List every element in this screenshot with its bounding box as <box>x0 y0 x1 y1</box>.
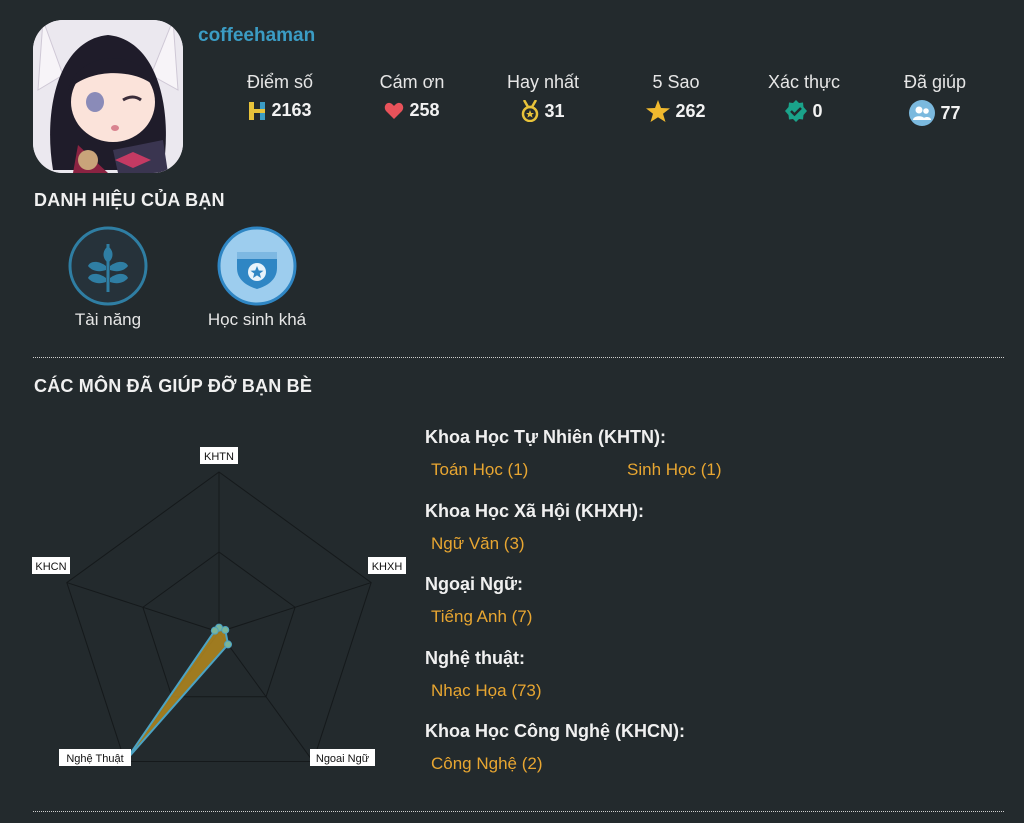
medal-icon <box>522 100 539 122</box>
h-points-icon <box>249 101 266 120</box>
stat-five-stars: 5 Sao 262 <box>606 72 746 122</box>
radar-axis-label: KHXH <box>372 561 403 573</box>
people-icon <box>909 100 936 126</box>
subjects-list: Khoa Học Tự Nhiên (KHTN): Toán Học (1) S… <box>425 427 985 795</box>
username-link[interactable]: coffeehaman <box>198 25 315 47</box>
stat-value: 262 <box>675 100 706 121</box>
stat-value: 0 <box>812 100 823 121</box>
radar-axis-label: Nghệ Thuật <box>66 753 123 765</box>
subject-link[interactable]: Sinh Học (1) <box>621 460 817 480</box>
stat-value: 77 <box>940 102 961 123</box>
radar-point[interactable] <box>221 625 230 634</box>
subject-group-heading: Ngoại Ngữ: <box>425 574 524 594</box>
radar-series-area <box>124 626 230 763</box>
subject-link[interactable]: Ngữ Văn (3) <box>425 534 621 554</box>
titles-heading: DANH HIỆU CỦA BẠN <box>34 190 225 210</box>
stat-label: Cám ơn <box>379 72 445 92</box>
stat-best: Hay nhất 31 <box>473 72 613 122</box>
stat-helped: Đã giúp 77 <box>865 72 1005 126</box>
heart-icon <box>385 102 404 119</box>
verified-check-icon <box>785 100 808 122</box>
subject-group-heading: Nghệ thuật: <box>425 647 525 668</box>
subject-group-heading: Khoa Học Xã Hội (KHXH): <box>425 500 645 521</box>
subject-group-foreign-language: Ngoại Ngữ: Tiếng Anh (7) <box>425 574 985 648</box>
subject-link[interactable]: Toán Học (1) <box>425 460 621 480</box>
subject-link[interactable]: Tiếng Anh (7) <box>425 607 621 627</box>
avatar[interactable] <box>33 20 183 173</box>
subject-group-heading: Khoa Học Tự Nhiên (KHTN): <box>425 427 667 447</box>
subject-group-heading: Khoa Học Công Nghệ (KHCN): <box>425 721 685 741</box>
subject-group-khcn: Khoa Học Công Nghệ (KHCN): Công Nghệ (2) <box>425 721 985 795</box>
leaf-icon <box>68 226 148 306</box>
avatar-image <box>33 20 183 173</box>
radar-axis-label: KHCN <box>35 561 66 573</box>
stat-label: Xác thực <box>767 72 841 92</box>
badge-good-student[interactable]: Học sinh khá <box>177 226 337 330</box>
subject-group-arts: Nghệ thuật: Nhạc Họa (73) <box>425 648 985 722</box>
stat-label: 5 Sao <box>652 72 700 92</box>
stat-verified: Xác thực 0 <box>734 72 874 122</box>
stat-label: Đã giúp <box>903 72 967 92</box>
divider <box>33 811 1004 812</box>
radar-axis-label: KHTN <box>204 451 234 463</box>
star-icon <box>646 100 671 122</box>
subject-link[interactable]: Nhạc Họa (73) <box>425 681 621 701</box>
subject-group-khxh: Khoa Học Xã Hội (KHXH): Ngữ Văn (3) <box>425 501 985 575</box>
subject-group-khtn: Khoa Học Tự Nhiên (KHTN): Toán Học (1) S… <box>425 427 985 501</box>
stat-thanks: Cám ơn 258 <box>342 72 482 121</box>
stat-points: Điểm số 2163 <box>210 72 350 121</box>
divider <box>33 357 1004 358</box>
stat-value: 31 <box>544 100 565 121</box>
stat-label: Điểm số <box>246 72 313 92</box>
shield-star-icon <box>217 226 297 306</box>
stat-value: 2163 <box>271 100 312 120</box>
radar-chart: KHTN KHXH Ngoai Ngữ Nghệ Thuật KHCN <box>32 447 406 766</box>
radar-point[interactable] <box>210 626 219 635</box>
badge-label: Tài năng <box>74 310 142 329</box>
radar-axis-label: Ngoai Ngữ <box>316 753 370 765</box>
radar-spoke <box>66 582 220 633</box>
stat-value: 258 <box>409 100 440 120</box>
subject-link[interactable]: Công Nghệ (2) <box>425 754 621 774</box>
radar-point[interactable] <box>224 640 233 649</box>
stat-label: Hay nhất <box>506 72 580 92</box>
badge-label: Học sinh khá <box>207 310 307 329</box>
subjects-heading: CÁC MÔN ĐÃ GIÚP ĐỠ BẠN BÈ <box>34 376 313 396</box>
badge-talent[interactable]: Tài năng <box>28 226 188 330</box>
radar-spoke <box>218 582 372 633</box>
